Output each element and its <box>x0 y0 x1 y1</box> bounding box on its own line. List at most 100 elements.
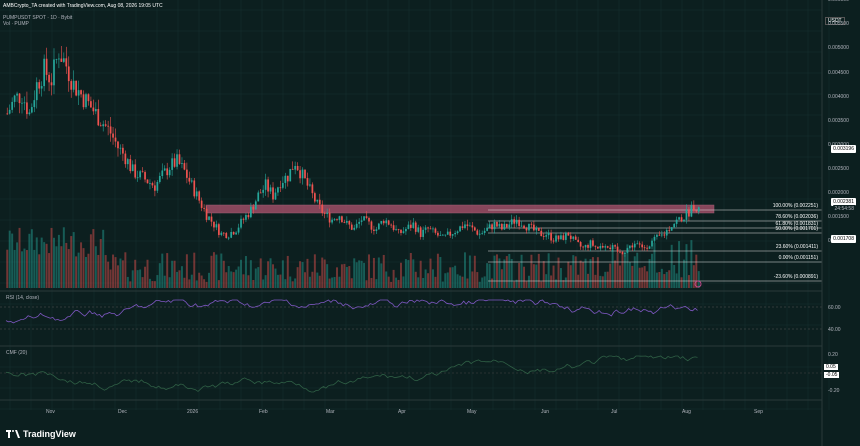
volume-bar <box>33 249 36 288</box>
candle-body <box>503 223 506 230</box>
volume-bar <box>301 262 304 288</box>
candle-body <box>395 229 397 231</box>
candle-body <box>289 168 292 182</box>
volume-bar <box>16 242 19 288</box>
candle-body <box>473 227 476 231</box>
volume-bar <box>102 229 105 288</box>
volume-bar <box>345 266 348 288</box>
volume-bar <box>331 277 334 288</box>
candle-body <box>387 220 390 225</box>
candle-body <box>163 168 166 171</box>
volume-bar <box>274 268 277 288</box>
candle-body <box>158 176 161 182</box>
volume-bar <box>60 246 63 288</box>
volume-bar <box>390 281 393 288</box>
candle-body <box>291 168 294 170</box>
candle-body <box>496 221 498 227</box>
candle-body <box>323 213 326 214</box>
volume-bar <box>134 259 137 288</box>
volume-bar <box>599 275 602 288</box>
candle-body <box>328 212 331 223</box>
candle-body <box>459 226 461 232</box>
candle-body <box>584 244 587 248</box>
volume-bar <box>28 233 31 288</box>
candle-body <box>348 220 351 225</box>
candle-body <box>518 219 520 226</box>
volume-bar <box>387 276 390 288</box>
volume-bar <box>683 259 685 288</box>
volume-bar <box>153 281 156 288</box>
candle-body <box>592 240 594 246</box>
volume-bar <box>338 276 341 288</box>
volume-bar <box>220 253 223 288</box>
volume-bar <box>304 272 306 288</box>
volume-bar <box>589 259 592 288</box>
candle-body <box>210 216 213 222</box>
candle-body <box>75 80 77 96</box>
candle-body <box>555 235 557 242</box>
volume-bar <box>461 276 464 288</box>
tradingview-logo[interactable]: TradingView <box>6 429 76 439</box>
volume-bar <box>296 267 299 288</box>
candle-body <box>242 218 245 220</box>
candle-body <box>80 90 82 95</box>
volume-bar <box>505 256 508 288</box>
volume-bar <box>660 268 663 288</box>
countdown-tag: 24:54:58 <box>832 205 856 213</box>
volume-bar <box>151 281 154 288</box>
candle-body <box>685 209 688 220</box>
volume-bar <box>550 275 553 288</box>
volume-bar <box>185 254 188 288</box>
candle-body <box>151 183 154 186</box>
candle-body <box>279 187 282 189</box>
candle-body <box>510 219 513 225</box>
candle-body <box>550 232 552 241</box>
volume-bar <box>99 238 102 288</box>
volume-bar <box>463 252 466 288</box>
candle-body <box>525 228 528 231</box>
candle-body <box>16 93 18 96</box>
volume-bar <box>559 268 562 288</box>
rsi-title[interactable]: RSI (14, close) <box>6 295 39 301</box>
volume-bar <box>252 279 255 288</box>
chart-canvas[interactable] <box>0 0 860 446</box>
volume-bar <box>380 263 383 288</box>
rsi-path <box>5 299 698 324</box>
resistance-zone <box>205 204 715 214</box>
volume-bar <box>84 256 87 288</box>
cmf-title[interactable]: CMF (20) <box>6 350 27 356</box>
candle-body <box>45 58 48 75</box>
volume-bar <box>136 270 139 288</box>
candle-body <box>82 94 85 108</box>
volume-bar <box>623 254 626 288</box>
volume-bar <box>168 277 171 288</box>
volume-bar <box>488 263 491 288</box>
volume-bar <box>385 271 388 288</box>
candle-body <box>434 228 437 233</box>
volume-bar <box>466 278 469 288</box>
candle-body <box>363 216 365 221</box>
volume-bar <box>340 264 343 288</box>
candle-body <box>112 133 114 138</box>
volume-bar <box>240 259 243 288</box>
candle-body <box>355 223 358 228</box>
candle-body <box>144 172 146 180</box>
volume-bar <box>429 258 432 288</box>
volume-line[interactable]: Vol · PUMP <box>3 21 163 27</box>
volume-bar <box>109 269 112 288</box>
candle-body <box>166 168 169 176</box>
candle-body <box>419 227 422 237</box>
volume-bar <box>348 266 351 288</box>
candle-body <box>678 217 680 220</box>
candle-body <box>345 220 348 223</box>
volume-bar <box>483 276 486 288</box>
volume-bar <box>687 275 690 288</box>
resistance-zone-box <box>205 204 715 214</box>
volume-bar <box>638 267 641 288</box>
volume-bar <box>205 281 208 288</box>
candle-body <box>109 126 112 134</box>
candle-body <box>665 229 668 236</box>
price-axis-label: 0.002000 <box>828 189 849 196</box>
volume-bar <box>668 270 671 288</box>
candle-body <box>124 153 127 165</box>
